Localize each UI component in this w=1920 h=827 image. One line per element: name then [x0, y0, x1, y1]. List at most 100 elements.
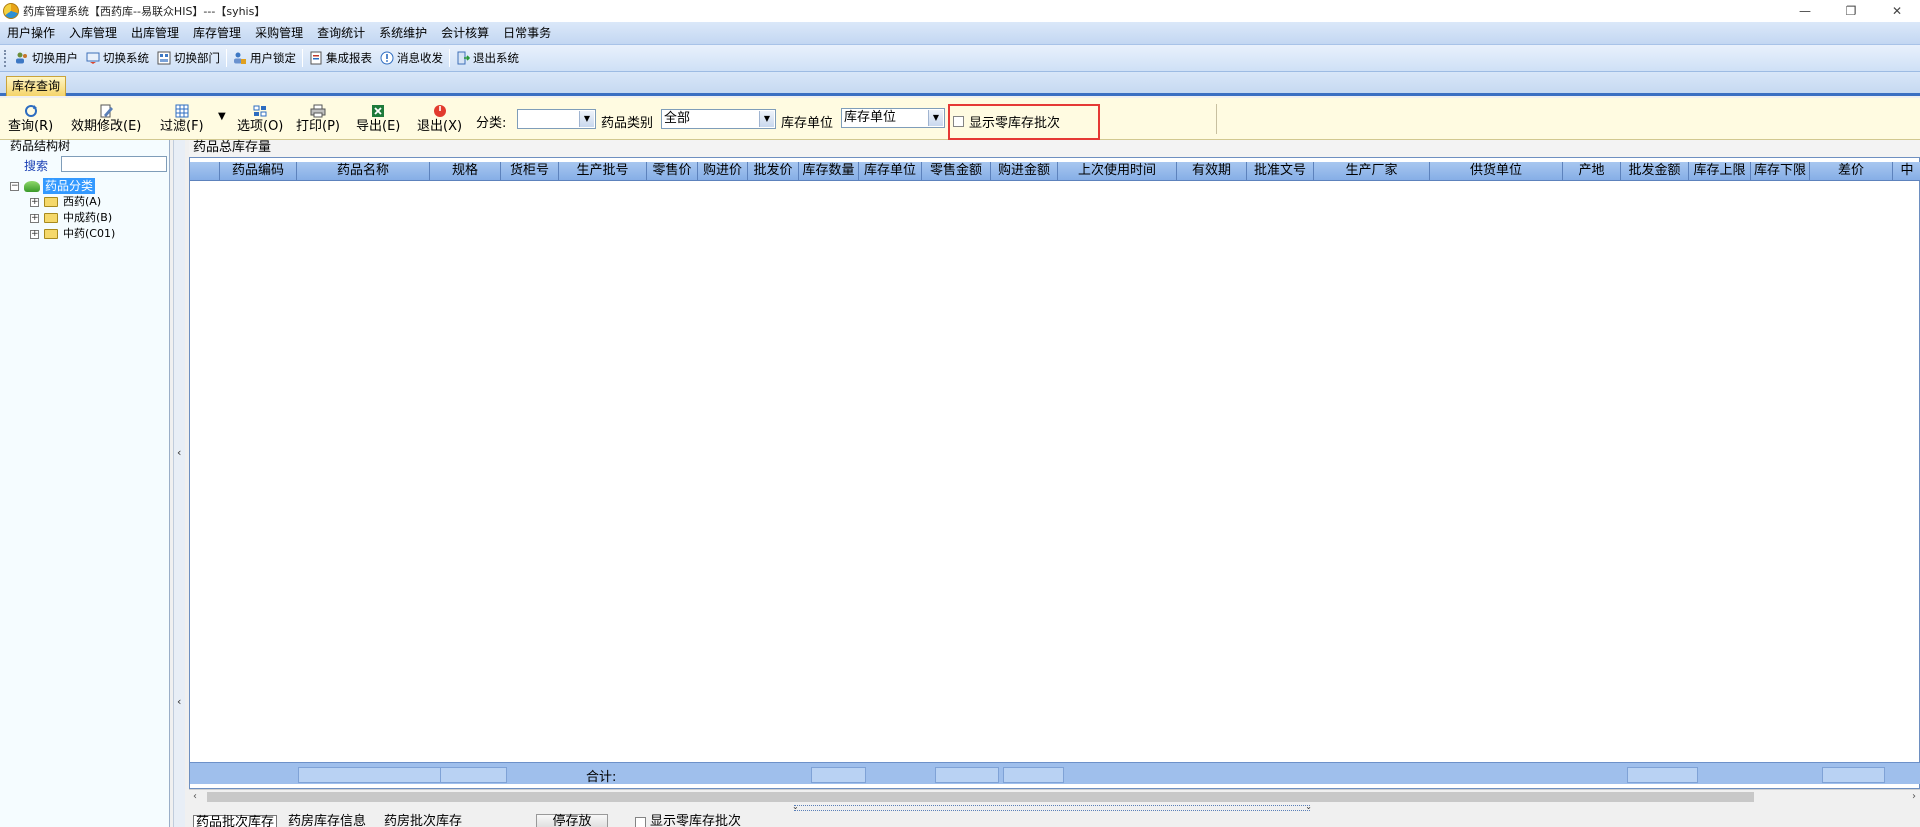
column-header[interactable]: 库存单位	[859, 162, 922, 181]
tab-pharmacy-stock-info[interactable]: 药房库存信息	[288, 815, 366, 827]
column-header[interactable]: 购进价	[698, 162, 748, 181]
column-header[interactable]: 批发价	[748, 162, 799, 181]
chevron-down-icon[interactable]: ⌄	[792, 802, 799, 811]
column-header[interactable]: 购进金额	[991, 162, 1058, 181]
chevron-down-icon: ▼	[928, 110, 943, 126]
column-header[interactable]: 生产厂家	[1314, 162, 1430, 181]
toolbar-grip[interactable]	[4, 49, 8, 67]
print-button[interactable]: 打印(P)	[296, 104, 340, 134]
inventory-grid[interactable]: 药品编码 药品名称 规格 货柜号 生产批号 零售价 购进价 批发价 库存数量 库…	[189, 157, 1920, 789]
menu-outbound[interactable]: 出库管理	[124, 22, 186, 45]
bottom-show-zero-checkbox[interactable]	[635, 817, 646, 827]
tree-node-herbal[interactable]: + 中药(C01)	[10, 226, 115, 242]
menu-query-stats[interactable]: 查询统计	[310, 22, 372, 45]
menu-purchase[interactable]: 采购管理	[248, 22, 310, 45]
expiry-edit-button[interactable]: 效期修改(E)	[71, 104, 141, 134]
export-label: 导出(E)	[356, 119, 401, 134]
query-button[interactable]: 查询(R)	[8, 104, 53, 134]
drug-tree-title: 药品结构树	[10, 139, 71, 153]
unit-select[interactable]: 库存单位 ▼	[841, 108, 945, 128]
messages-button[interactable]: 消息收发	[376, 47, 447, 69]
toolbar-divider	[1216, 104, 1217, 134]
integrated-report-button[interactable]: 集成报表	[305, 47, 376, 69]
scroll-left-icon[interactable]: ‹	[193, 790, 197, 803]
tree-node-patent[interactable]: + 中成药(B)	[10, 210, 115, 226]
menu-inbound[interactable]: 入库管理	[62, 22, 124, 45]
drug-type-select[interactable]: 全部 ▼	[661, 109, 776, 129]
lock-user-button[interactable]: 用户锁定	[229, 47, 300, 69]
toolbar-separator	[449, 49, 450, 67]
exit-system-button[interactable]: 退出系统	[452, 47, 523, 69]
menu-daily[interactable]: 日常事务	[496, 22, 558, 45]
row-indicator-header	[190, 162, 220, 181]
collapse-left-icon[interactable]: ‹	[177, 446, 181, 459]
menu-inventory[interactable]: 库存管理	[186, 22, 248, 45]
bottom-splitter[interactable]: ⌄ ⌄	[792, 802, 1312, 811]
unit-label: 库存单位	[781, 116, 834, 131]
filter-dropdown-arrow[interactable]: ▼	[218, 111, 226, 122]
expand-icon[interactable]: +	[30, 213, 39, 223]
menu-user-ops[interactable]: 用户操作	[0, 22, 62, 45]
column-header[interactable]: 库存下限	[1751, 162, 1810, 181]
column-header[interactable]: 库存上限	[1689, 162, 1751, 181]
column-header[interactable]: 零售金额	[922, 162, 991, 181]
chevron-down-icon[interactable]: ⌄	[1305, 802, 1312, 811]
column-header[interactable]: 药品编码	[220, 162, 297, 181]
menu-system[interactable]: 系统维护	[372, 22, 434, 45]
tab-drug-batch-stock[interactable]: 药品批次库存	[193, 815, 278, 827]
restore-button[interactable]: ❐	[1828, 0, 1874, 22]
collapse-left-icon[interactable]: ‹	[177, 695, 181, 708]
tree-node-western[interactable]: + 西药(A)	[10, 194, 115, 210]
column-header[interactable]: 批发金额	[1621, 162, 1689, 181]
column-header[interactable]: 供货单位	[1430, 162, 1563, 181]
power-icon	[433, 105, 446, 117]
filter-button[interactable]: 过滤(F)	[160, 104, 204, 134]
exit-door-icon	[457, 51, 470, 65]
panel-splitter[interactable]: ‹ ‹	[173, 140, 185, 827]
category-select[interactable]: ▼	[517, 109, 596, 129]
options-button[interactable]: 选项(O)	[237, 104, 283, 134]
column-header[interactable]: 库存数量	[799, 162, 859, 181]
stock-button[interactable]: 停存放	[536, 814, 608, 827]
app-logo-icon	[3, 3, 19, 19]
export-button[interactable]: 导出(E)	[356, 104, 400, 134]
horizontal-scrollbar[interactable]: ‹ ›	[189, 789, 1920, 803]
expand-icon[interactable]: +	[30, 197, 39, 207]
tree-root-row[interactable]: − 药品分类	[10, 178, 115, 194]
switch-system-icon	[86, 52, 100, 64]
folder-icon	[44, 229, 58, 239]
column-header[interactable]: 规格	[430, 162, 501, 181]
search-input[interactable]	[61, 156, 167, 172]
menu-accounting[interactable]: 会计核算	[434, 22, 496, 45]
column-header[interactable]: 有效期	[1177, 162, 1247, 181]
scroll-right-icon[interactable]: ›	[1912, 790, 1916, 803]
edit-pencil-icon	[100, 104, 114, 118]
column-header[interactable]: 货柜号	[501, 162, 559, 181]
column-header[interactable]: 批准文号	[1247, 162, 1314, 181]
column-header[interactable]: 生产批号	[559, 162, 647, 181]
column-header[interactable]: 中	[1893, 162, 1920, 181]
tab-inventory-query[interactable]: 库存查询	[6, 76, 67, 96]
exit-system-label: 退出系统	[473, 51, 519, 65]
collapse-icon[interactable]: −	[10, 181, 19, 191]
messages-label: 消息收发	[397, 51, 443, 65]
scrollbar-thumb[interactable]	[207, 792, 1754, 802]
close-button[interactable]: ✕	[1874, 0, 1920, 22]
column-header[interactable]: 产地	[1563, 162, 1621, 181]
minimize-button[interactable]: —	[1782, 0, 1828, 22]
switch-dept-button[interactable]: 切换部门	[153, 47, 224, 69]
exit-button[interactable]: 退出(X)	[417, 104, 462, 134]
switch-user-button[interactable]: 切换用户	[11, 47, 82, 69]
column-header[interactable]: 上次使用时间	[1058, 162, 1177, 181]
users-icon	[16, 52, 27, 64]
expand-icon[interactable]: +	[30, 229, 39, 239]
document-tabs: 库存查询	[0, 72, 1920, 96]
switch-system-button[interactable]: 切换系统	[82, 47, 153, 69]
printer-icon	[310, 104, 326, 118]
column-header[interactable]: 药品名称	[297, 162, 430, 181]
tab-pharmacy-batch-stock[interactable]: 药房批次库存	[384, 815, 462, 827]
column-header[interactable]: 零售价	[647, 162, 698, 181]
exit-label: 退出(X)	[417, 119, 463, 134]
report-icon	[310, 51, 322, 65]
column-header[interactable]: 差价	[1810, 162, 1893, 181]
